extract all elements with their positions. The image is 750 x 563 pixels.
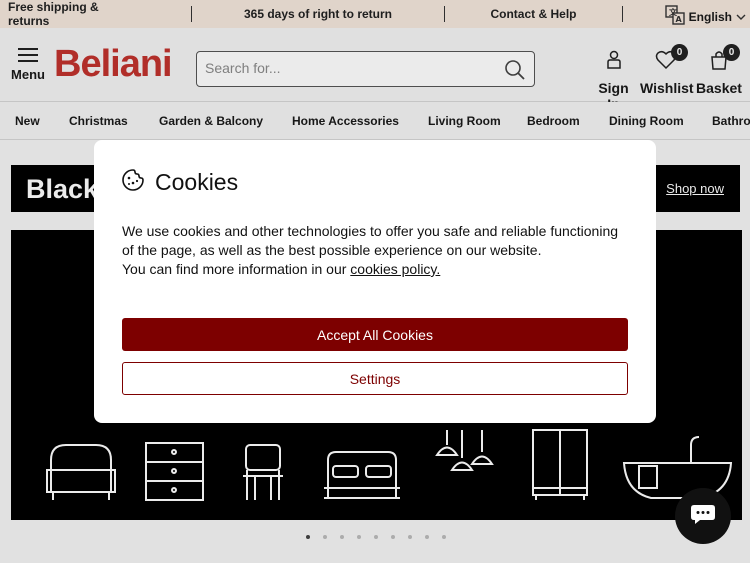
cookie-consent-dialog: Cookies We use cookies and other technol… xyxy=(94,140,656,423)
accept-all-cookies-button[interactable]: Accept All Cookies xyxy=(122,318,628,351)
cookie-icon xyxy=(121,168,145,197)
cookie-dialog-title: Cookies xyxy=(155,169,239,195)
cookie-dialog-text: We use cookies and other technologies to… xyxy=(122,222,622,279)
cookie-description: We use cookies and other technologies to… xyxy=(122,223,619,258)
chat-button[interactable] xyxy=(675,488,731,544)
cookie-policy-link[interactable]: cookies policy. xyxy=(350,261,440,277)
chat-bubble-icon xyxy=(690,502,716,531)
cookie-settings-button[interactable]: Settings xyxy=(122,362,628,395)
cookie-dialog-header: Cookies xyxy=(121,168,238,197)
cookie-policy-prefix: You can find more information in our xyxy=(122,261,351,277)
